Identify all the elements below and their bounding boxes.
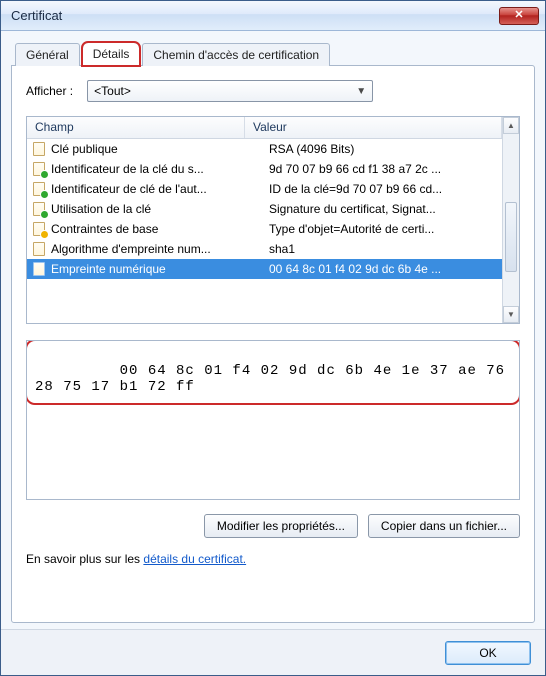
cell-value: Type d'objet=Autorité de certi...: [265, 222, 498, 236]
property-icon: [31, 241, 47, 257]
cell-field: Utilisation de la clé: [51, 202, 265, 216]
close-icon: ✕: [514, 10, 523, 21]
column-header-field[interactable]: Champ: [27, 117, 245, 138]
table-row[interactable]: Identificateur de la clé du s...9d 70 07…: [27, 159, 502, 179]
property-icon: [31, 161, 47, 177]
listview-header[interactable]: Champ Valeur: [27, 117, 502, 139]
table-row[interactable]: Contraintes de baseType d'objet=Autorité…: [27, 219, 502, 239]
cell-field: Identificateur de la clé du s...: [51, 162, 265, 176]
listview[interactable]: Champ Valeur Clé publiqueRSA (4096 Bits)…: [27, 117, 502, 323]
titlebar[interactable]: Certificat ✕: [1, 1, 545, 31]
filter-select-value: <Tout>: [94, 84, 131, 98]
chevron-down-icon: ▼: [356, 86, 366, 97]
cell-field: Empreinte numérique: [51, 262, 265, 276]
cell-value: 9d 70 07 b9 66 cd f1 38 a7 2c ...: [265, 162, 498, 176]
column-header-value[interactable]: Valeur: [245, 117, 502, 138]
cert-details-link[interactable]: détails du certificat.: [143, 552, 246, 566]
cell-field: Clé publique: [51, 142, 265, 156]
cell-value: RSA (4096 Bits): [265, 142, 498, 156]
scrollbar-vertical[interactable]: ▲ ▼: [502, 117, 519, 323]
filter-label: Afficher :: [26, 84, 73, 98]
tab-general[interactable]: Général: [15, 43, 80, 66]
table-row[interactable]: Empreinte numérique00 64 8c 01 f4 02 9d …: [27, 259, 502, 279]
scroll-track[interactable]: [503, 134, 519, 306]
button-row: Modifier les propriétés... Copier dans u…: [26, 514, 520, 538]
cell-field: Identificateur de clé de l'aut...: [51, 182, 265, 196]
filter-select[interactable]: <Tout> ▼: [87, 80, 373, 102]
property-icon: [31, 261, 47, 277]
tab-cert-path[interactable]: Chemin d'accès de certification: [142, 43, 330, 66]
table-row[interactable]: Identificateur de clé de l'aut...ID de l…: [27, 179, 502, 199]
scroll-up-button[interactable]: ▲: [503, 117, 519, 134]
tab-panel-details: Afficher : <Tout> ▼ Champ Valeur Clé pub…: [11, 65, 535, 623]
table-row[interactable]: Clé publiqueRSA (4096 Bits): [27, 139, 502, 159]
listview-body[interactable]: Clé publiqueRSA (4096 Bits)Identificateu…: [27, 139, 502, 323]
learn-more-row: En savoir plus sur les détails du certif…: [26, 552, 520, 566]
detail-value-text: 00 64 8c 01 f4 02 9d dc 6b 4e 1e 37 ae 7…: [35, 363, 514, 395]
property-icon: [31, 181, 47, 197]
copy-to-file-button[interactable]: Copier dans un fichier...: [368, 514, 520, 538]
dialog-window: Certificat ✕ Général Détails Chemin d'ac…: [0, 0, 546, 676]
scroll-down-button[interactable]: ▼: [503, 306, 519, 323]
cell-value: 00 64 8c 01 f4 02 9d dc 6b 4e ...: [265, 262, 498, 276]
detail-value-box[interactable]: 00 64 8c 01 f4 02 9d dc 6b 4e 1e 37 ae 7…: [26, 340, 520, 500]
cell-field: Algorithme d'empreinte num...: [51, 242, 265, 256]
scroll-thumb[interactable]: [505, 202, 517, 272]
property-icon: [31, 141, 47, 157]
close-button[interactable]: ✕: [499, 7, 539, 25]
property-icon: [31, 221, 47, 237]
window-title: Certificat: [7, 8, 499, 23]
ok-button[interactable]: OK: [445, 641, 531, 665]
filter-row: Afficher : <Tout> ▼: [26, 80, 520, 102]
table-row[interactable]: Utilisation de la cléSignature du certif…: [27, 199, 502, 219]
learn-more-prefix: En savoir plus sur les: [26, 552, 143, 566]
edit-properties-button[interactable]: Modifier les propriétés...: [204, 514, 358, 538]
cell-value: Signature du certificat, Signat...: [265, 202, 498, 216]
properties-list: Champ Valeur Clé publiqueRSA (4096 Bits)…: [26, 116, 520, 324]
client-area: Général Détails Chemin d'accès de certif…: [1, 31, 545, 629]
cell-value: sha1: [265, 242, 498, 256]
tab-strip: Général Détails Chemin d'accès de certif…: [11, 39, 535, 65]
property-icon: [31, 201, 47, 217]
cell-value: ID de la clé=9d 70 07 b9 66 cd...: [265, 182, 498, 196]
cell-field: Contraintes de base: [51, 222, 265, 236]
dialog-footer: OK: [1, 629, 545, 675]
table-row[interactable]: Algorithme d'empreinte num...sha1: [27, 239, 502, 259]
tab-details[interactable]: Détails: [82, 42, 141, 66]
